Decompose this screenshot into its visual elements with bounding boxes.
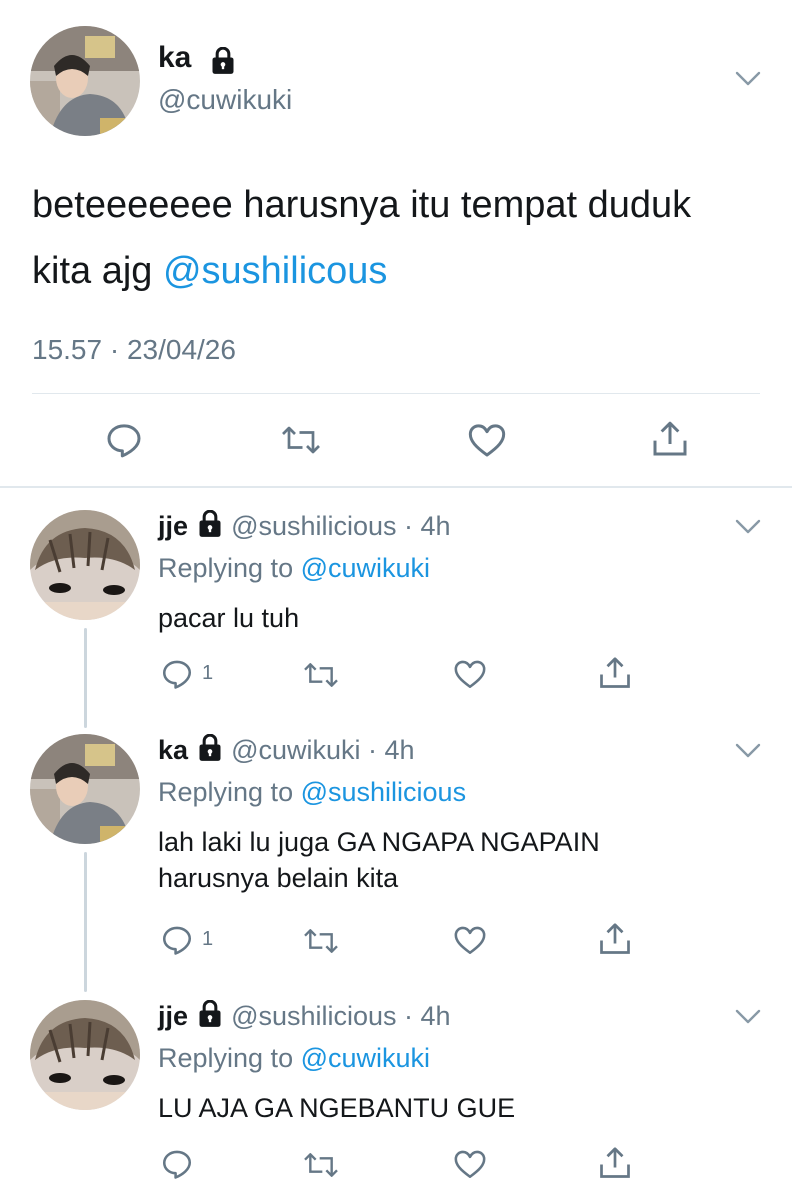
- lock-icon: [196, 1000, 224, 1035]
- share-icon[interactable]: [650, 418, 690, 460]
- thread-line: [84, 628, 87, 728]
- handle[interactable]: @sushilicious: [231, 1001, 396, 1031]
- retweet-icon[interactable]: [302, 1149, 340, 1181]
- replying-to: Replying to @cuwikuki: [158, 553, 431, 583]
- reply-header: jje @sushilicious · 4h: [158, 1000, 451, 1035]
- reply-icon[interactable]: [160, 657, 194, 691]
- lock-icon: [209, 47, 237, 75]
- share-icon[interactable]: [597, 921, 633, 957]
- retweet-icon[interactable]: [280, 422, 322, 458]
- display-name[interactable]: ka: [158, 40, 191, 76]
- section-divider: [0, 486, 792, 488]
- mention-link[interactable]: @cuwikuki: [301, 553, 430, 583]
- avatar[interactable]: [30, 1000, 140, 1110]
- timestamp[interactable]: 15.57 · 23/04/26: [32, 334, 236, 366]
- chevron-down-icon[interactable]: [733, 738, 763, 762]
- lock-icon: [196, 734, 224, 769]
- reply-header: jje @sushilicious · 4h: [158, 510, 451, 545]
- handle[interactable]: @sushilicious: [231, 511, 396, 541]
- mention-link[interactable]: @cuwikuki: [301, 1043, 430, 1073]
- display-name[interactable]: jje: [158, 1001, 188, 1031]
- mention-link[interactable]: @sushilicous: [163, 250, 387, 292]
- avatar[interactable]: [30, 734, 140, 844]
- reply-icon[interactable]: [160, 1147, 194, 1181]
- share-icon[interactable]: [597, 655, 633, 691]
- lock-icon: [196, 510, 224, 545]
- handle[interactable]: @cuwikuki: [231, 735, 360, 765]
- divider: [32, 393, 760, 394]
- avatar[interactable]: [30, 510, 140, 620]
- reply-header: ka @cuwikuki · 4h: [158, 734, 415, 769]
- thread-line: [84, 852, 87, 992]
- mention-link[interactable]: @sushilicious: [301, 777, 466, 807]
- tweet-text: beteeeeeee harusnya itu tempat duduk kit…: [32, 184, 692, 292]
- handle[interactable]: @cuwikuki: [158, 84, 292, 116]
- like-icon[interactable]: [452, 657, 488, 691]
- display-name[interactable]: ka: [158, 735, 188, 765]
- like-icon[interactable]: [466, 420, 508, 460]
- chevron-down-icon[interactable]: [733, 66, 763, 90]
- retweet-icon[interactable]: [302, 659, 340, 691]
- relative-time[interactable]: · 4h: [404, 1001, 451, 1031]
- relative-time[interactable]: · 4h: [368, 735, 415, 765]
- reply-icon[interactable]: [160, 923, 194, 957]
- reply-text: LU AJA GA NGEBANTU GUE: [158, 1093, 516, 1123]
- retweet-icon[interactable]: [302, 925, 340, 957]
- reply-icon[interactable]: [104, 420, 144, 460]
- reply-text: lah laki lu juga GA NGAPA NGAPAIN harusn…: [158, 827, 600, 893]
- replying-to: Replying to @sushilicious: [158, 777, 467, 807]
- reply-text: pacar lu tuh: [158, 603, 300, 633]
- reply-count: 1: [202, 928, 214, 950]
- avatar[interactable]: [30, 26, 140, 136]
- display-name[interactable]: jje: [158, 511, 188, 541]
- share-icon[interactable]: [597, 1145, 633, 1181]
- relative-time[interactable]: · 4h: [404, 511, 451, 541]
- chevron-down-icon[interactable]: [733, 514, 763, 538]
- like-icon[interactable]: [452, 923, 488, 957]
- reply-count: 1: [202, 662, 214, 684]
- like-icon[interactable]: [452, 1147, 488, 1181]
- replying-to: Replying to @cuwikuki: [158, 1043, 431, 1073]
- chevron-down-icon[interactable]: [733, 1004, 763, 1028]
